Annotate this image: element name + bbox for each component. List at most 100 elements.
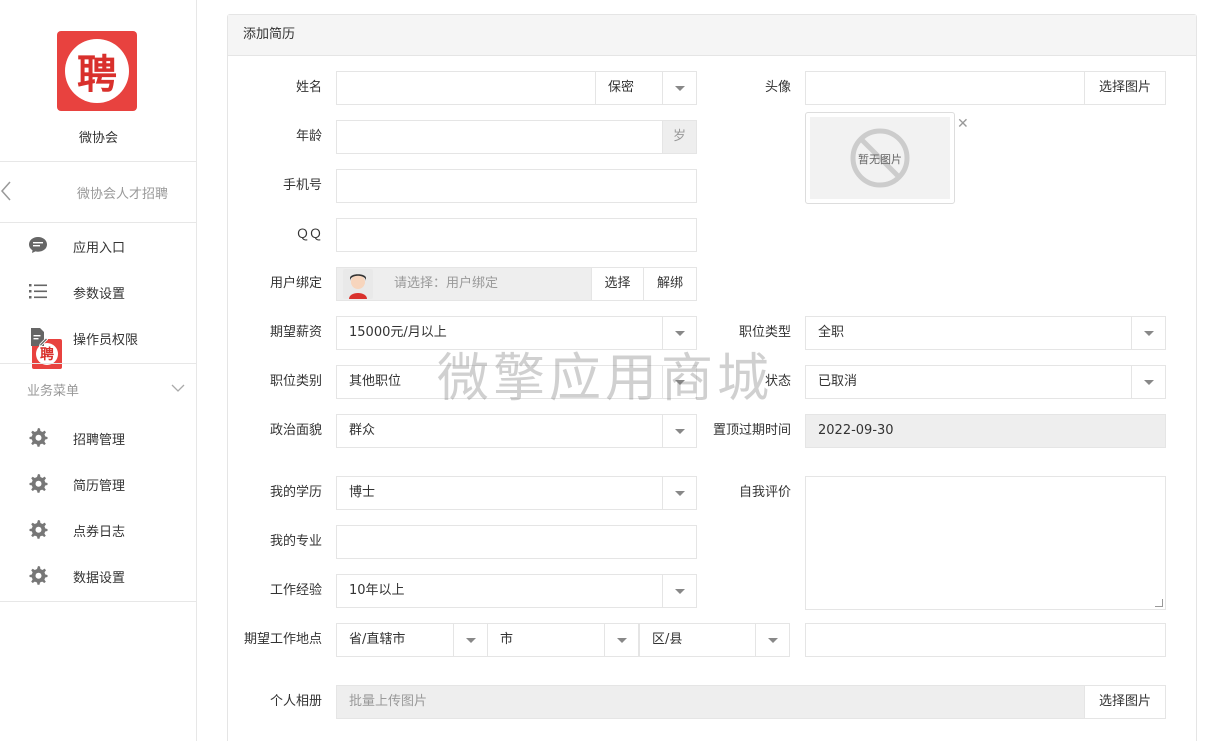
district-select[interactable]: 区/县 xyxy=(639,623,790,657)
select-user-button[interactable]: 选择 xyxy=(591,267,644,301)
district-value: 区/县 xyxy=(652,632,683,647)
province-value: 省/直辖市 xyxy=(349,632,406,647)
nav-item-coupon-log[interactable]: 点券日志 xyxy=(0,509,197,549)
business-menu-title: 业务菜单 xyxy=(27,384,80,399)
chevron-down-icon xyxy=(662,415,696,447)
avatar-preview: 暂无图片 xyxy=(805,112,955,204)
phone-input[interactable] xyxy=(336,169,697,203)
chevron-down-icon[interactable] xyxy=(171,381,185,395)
job-type-value: 全职 xyxy=(818,325,845,340)
salary-value: 15000元/月以上 xyxy=(349,325,447,340)
status-value: 已取消 xyxy=(818,374,858,389)
chevron-down-icon xyxy=(604,624,638,656)
age-label: 年龄 xyxy=(295,129,322,144)
politics-label: 政治面貌 xyxy=(269,423,322,438)
gear-icon xyxy=(29,474,48,493)
album-label: 个人相册 xyxy=(269,694,322,709)
major-input[interactable] xyxy=(336,525,697,559)
close-icon[interactable]: ✕ xyxy=(957,116,969,132)
edit-doc-icon xyxy=(31,328,48,347)
chevron-down-icon xyxy=(1131,317,1165,349)
nav-item-app-entry[interactable]: 应用入口 xyxy=(0,225,197,265)
self-eval-label: 自我评价 xyxy=(738,485,791,500)
album-choose-image-button[interactable]: 选择图片 xyxy=(1084,685,1166,719)
list-icon xyxy=(29,284,47,299)
no-image-text: 暂无图片 xyxy=(858,153,902,166)
nav-item-params[interactable]: 参数设置 xyxy=(0,271,197,311)
top-expire-label: 置顶过期时间 xyxy=(712,423,791,438)
top-expire-value: 2022-09-30 xyxy=(818,423,894,438)
avatar-label: 头像 xyxy=(764,80,791,95)
nav-item-operator-permissions[interactable]: 操作员权限 xyxy=(0,317,197,357)
nav-label: 操作员权限 xyxy=(73,333,139,348)
experience-select[interactable]: 10年以上 xyxy=(336,574,697,608)
gear-icon xyxy=(29,566,48,585)
nav-label: 简历管理 xyxy=(73,479,126,494)
age-input[interactable] xyxy=(336,120,663,154)
user-bind-placeholder: 请选择：用户绑定 xyxy=(394,276,499,291)
education-value: 博士 xyxy=(349,485,376,500)
education-label: 我的学历 xyxy=(269,485,322,500)
gear-icon xyxy=(29,428,48,447)
qq-input[interactable] xyxy=(336,218,697,252)
chevron-down-icon xyxy=(662,575,696,607)
status-select[interactable]: 已取消 xyxy=(805,365,1166,399)
top-expire-input[interactable]: 2022-09-30 xyxy=(805,414,1166,448)
experience-value: 10年以上 xyxy=(349,583,405,598)
logo-mark: 聘 xyxy=(65,39,129,103)
nav-item-recruit-manage[interactable]: 招聘管理 xyxy=(0,417,197,457)
gender-value: 保密 xyxy=(608,80,635,95)
user-bind-label: 用户绑定 xyxy=(269,276,322,291)
chevron-down-icon xyxy=(755,624,789,656)
unbind-user-button[interactable]: 解绑 xyxy=(643,267,697,301)
user-bind-input[interactable]: 请选择：用户绑定 xyxy=(336,267,592,301)
nav-label: 参数设置 xyxy=(73,287,126,302)
salary-select[interactable]: 15000元/月以上 xyxy=(336,316,697,350)
avatar-choose-image-button[interactable]: 选择图片 xyxy=(1084,71,1166,105)
name-input[interactable] xyxy=(336,71,596,105)
salary-label: 期望薪资 xyxy=(269,325,322,340)
name-label: 姓名 xyxy=(295,80,322,95)
experience-label: 工作经验 xyxy=(269,583,322,598)
chevron-left-icon[interactable] xyxy=(0,180,12,202)
qq-label: ＱＱ xyxy=(295,227,322,242)
album-placeholder: 批量上传图片 xyxy=(349,694,428,709)
job-category-select[interactable]: 其他职位 xyxy=(336,365,697,399)
job-type-select[interactable]: 全职 xyxy=(805,316,1166,350)
job-category-label: 职位类别 xyxy=(269,374,322,389)
avatar-url-input[interactable] xyxy=(805,71,1086,105)
politics-value: 群众 xyxy=(349,423,376,438)
gender-select[interactable]: 保密 xyxy=(595,71,697,105)
app-name: 微协会人才招聘 xyxy=(77,187,169,202)
album-upload-input[interactable]: 批量上传图片 xyxy=(336,685,1086,719)
resize-handle[interactable] xyxy=(1155,599,1163,607)
phone-label: 手机号 xyxy=(282,178,322,193)
education-select[interactable]: 博士 xyxy=(336,476,697,510)
status-label: 状态 xyxy=(764,374,791,389)
province-select[interactable]: 省/直辖市 xyxy=(336,623,488,657)
self-eval-textarea[interactable] xyxy=(805,476,1166,610)
site-name: 微协会 xyxy=(78,131,118,146)
chat-icon xyxy=(29,237,47,253)
divider xyxy=(0,222,197,223)
nav-label: 点券日志 xyxy=(73,525,126,540)
age-unit: 岁 xyxy=(662,120,697,154)
address-detail-input[interactable] xyxy=(805,623,1166,657)
divider xyxy=(0,601,197,602)
nav-item-data-settings[interactable]: 数据设置 xyxy=(0,555,197,595)
panel-title: 添加简历 xyxy=(228,15,1196,56)
nav-label: 应用入口 xyxy=(73,241,126,256)
location-label: 期望工作地点 xyxy=(243,632,322,647)
current-app-row[interactable]: 聘 微协会人才招聘 xyxy=(0,162,197,369)
major-label: 我的专业 xyxy=(269,534,322,549)
nav-label: 数据设置 xyxy=(73,571,126,586)
chevron-down-icon xyxy=(453,624,487,656)
nav-label: 招聘管理 xyxy=(73,433,126,448)
city-select[interactable]: 市 xyxy=(487,623,639,657)
avatar xyxy=(343,269,373,299)
chevron-down-icon xyxy=(1131,366,1165,398)
app-logo: 聘 xyxy=(57,31,137,111)
nav-item-resume-manage[interactable]: 简历管理 xyxy=(0,463,197,503)
politics-select[interactable]: 群众 xyxy=(336,414,697,448)
job-category-value: 其他职位 xyxy=(349,374,402,389)
